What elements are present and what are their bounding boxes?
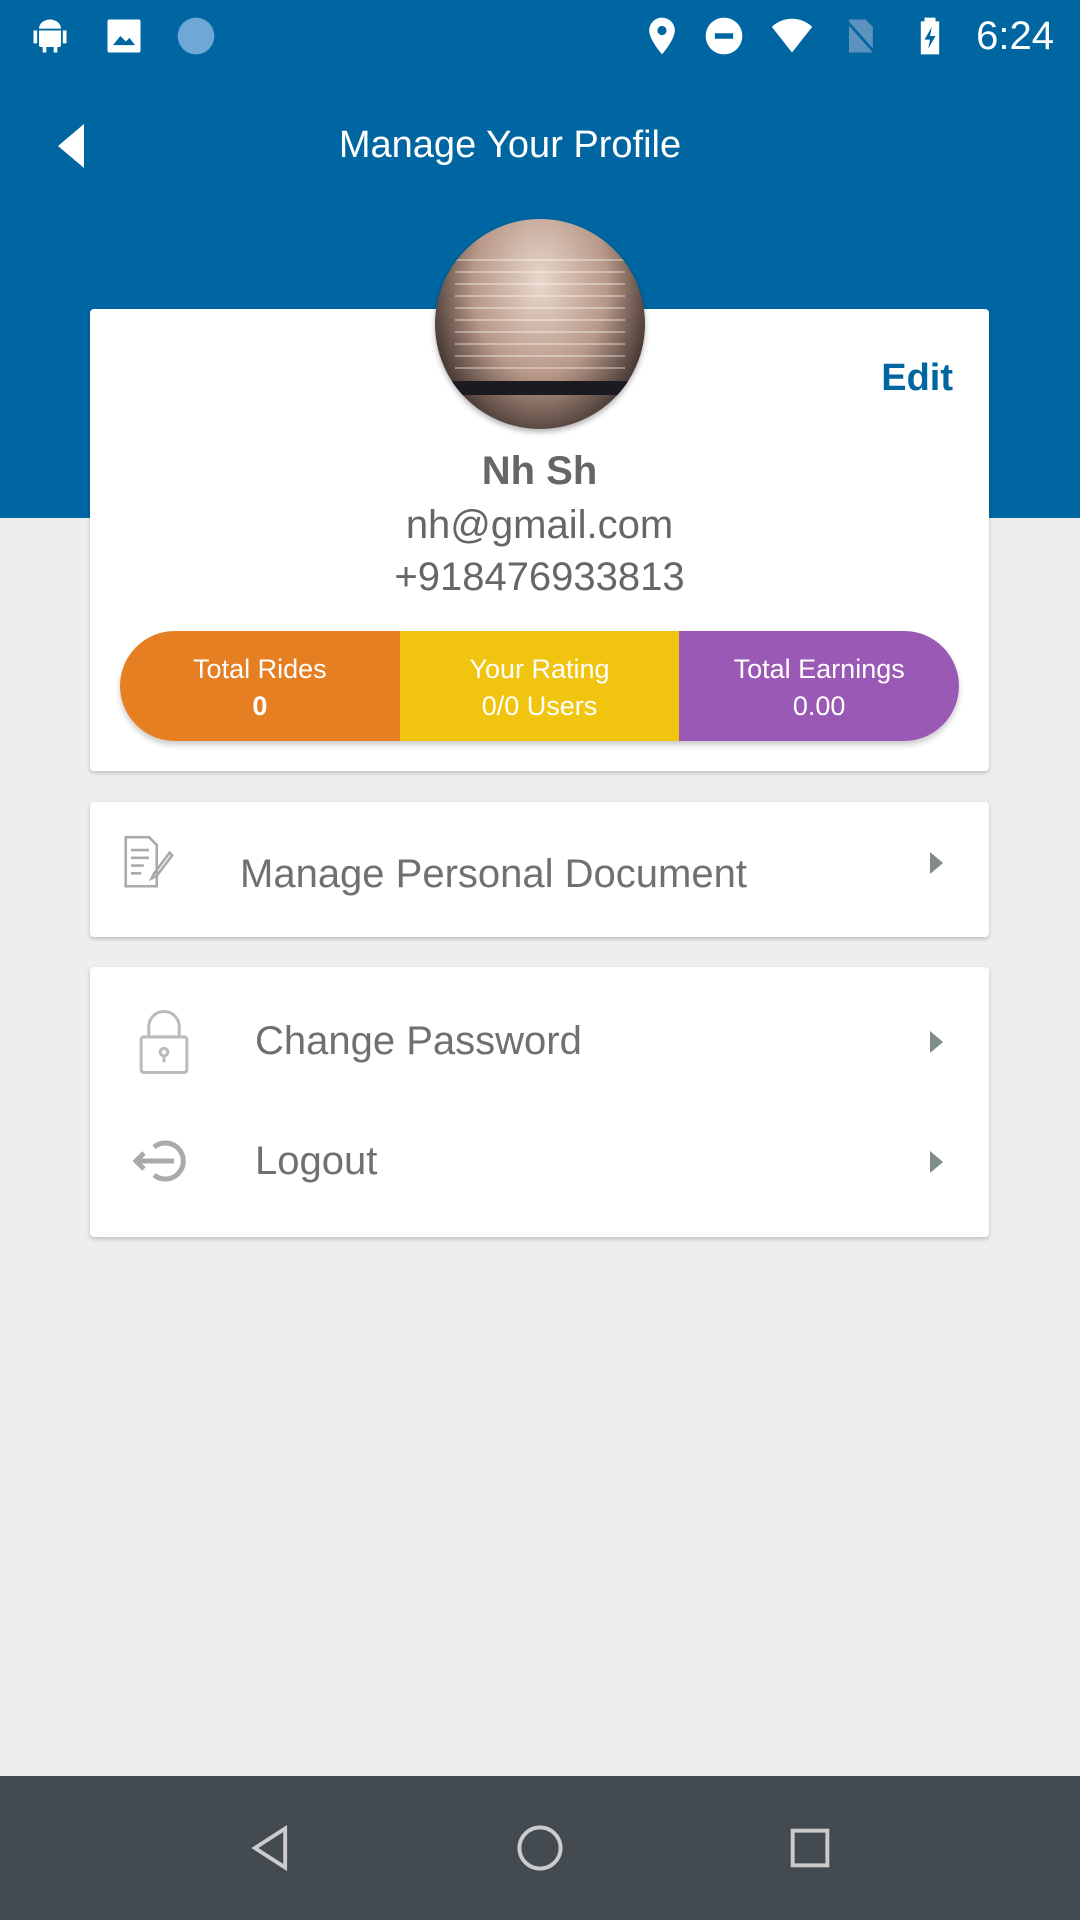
chevron-right-icon	[930, 1151, 943, 1173]
wifi-icon	[771, 18, 813, 53]
location-icon	[649, 17, 675, 55]
stats-bar: Total Rides 0 Your Rating 0/0 Users Tota…	[120, 631, 959, 741]
stat-value: 0	[252, 691, 268, 721]
chevron-right-icon	[930, 1031, 943, 1053]
no-sim-icon	[844, 18, 876, 54]
menu-label: Logout	[255, 1139, 378, 1183]
document-card: Manage Personal Document	[90, 802, 989, 937]
stat-label: Total Earnings	[733, 654, 905, 684]
menu-item-change-password[interactable]: Change Password	[90, 987, 989, 1097]
stat-value: 0.00	[792, 691, 846, 721]
stat-value: 0/0 Users	[481, 691, 598, 721]
status-bar: 6:24	[0, 0, 1080, 76]
avatar	[435, 219, 645, 429]
profile-name: Nh Sh	[481, 449, 598, 493]
do-not-disturb-icon	[705, 17, 743, 55]
menu-label: Manage Personal Document	[240, 852, 747, 896]
page-title: Manage Your Profile	[338, 124, 682, 166]
menu-label: Change Password	[255, 1019, 582, 1063]
android-icon	[33, 19, 67, 53]
logout-icon	[132, 1140, 186, 1182]
nav-home-icon[interactable]	[514, 1822, 566, 1874]
stat-label: Total Rides	[193, 654, 327, 684]
menu-item-logout[interactable]: Logout	[90, 1107, 989, 1217]
battery-charging-icon	[920, 17, 940, 55]
chevron-right-icon	[930, 852, 943, 874]
document-edit-icon	[124, 835, 174, 888]
lock-icon	[139, 1010, 189, 1074]
nav-back-icon[interactable]	[244, 1822, 296, 1874]
system-nav-bar	[0, 1776, 1080, 1920]
status-time: 6:24	[976, 14, 1054, 58]
profile-email: nh@gmail.com	[405, 503, 674, 547]
stat-total-earnings: Total Earnings 0.00	[679, 631, 959, 741]
profile-phone: +918476933813	[394, 555, 685, 599]
nav-recents-icon[interactable]	[784, 1822, 836, 1874]
account-card: Change Password Logout	[90, 967, 989, 1237]
stat-total-rides: Total Rides 0	[120, 631, 400, 741]
menu-item-manage-document[interactable]: Manage Personal Document	[90, 802, 989, 937]
stat-label: Your Rating	[469, 654, 610, 684]
edit-button[interactable]: Edit	[881, 357, 953, 400]
sync-icon	[177, 17, 215, 55]
image-icon	[107, 19, 141, 53]
stat-your-rating: Your Rating 0/0 Users	[399, 631, 680, 741]
